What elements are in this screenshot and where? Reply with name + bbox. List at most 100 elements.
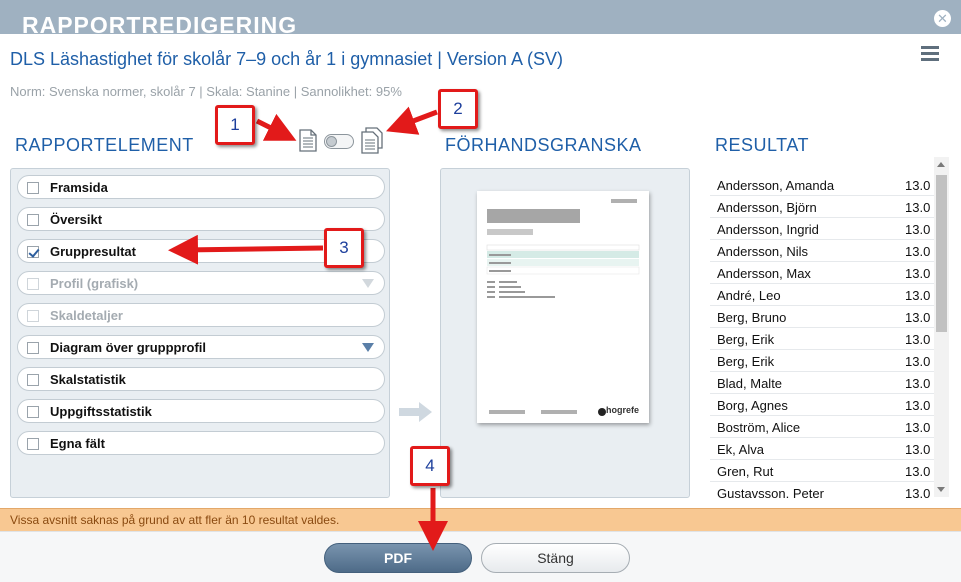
result-name: Ek, Alva — [717, 442, 764, 457]
pdf-button[interactable]: PDF — [324, 543, 472, 573]
scroll-thumb[interactable] — [936, 175, 947, 332]
report-mode-toggle[interactable] — [324, 134, 354, 149]
report-meta: Norm: Svenska normer, skolår 7 | Skala: … — [10, 84, 402, 99]
result-date: 13.0 — [905, 420, 931, 435]
chevron-down-icon[interactable] — [362, 343, 374, 352]
element-checkbox[interactable] — [27, 374, 39, 386]
element-checkbox — [27, 310, 39, 322]
report-elements-panel: Framsida Översikt Gruppresultat Profil (… — [10, 168, 390, 498]
close-icon[interactable]: ✕ — [934, 10, 951, 27]
result-name: Andersson, Amanda — [717, 178, 835, 193]
element-checkbox[interactable] — [27, 214, 39, 226]
element-label: Gruppresultat — [50, 244, 136, 259]
element-row-egna-falt[interactable]: Egna fält — [17, 431, 385, 455]
result-date: 13.0 — [905, 222, 931, 237]
element-label: Skalstatistik — [50, 372, 126, 387]
result-name: André, Leo — [717, 288, 781, 303]
element-label: Diagram över gruppprofil — [50, 340, 207, 355]
result-date: 13.0 — [905, 376, 931, 391]
menu-icon[interactable] — [921, 46, 939, 62]
result-row[interactable]: Andersson, Björn 13.0 — [710, 196, 934, 218]
result-name: Berg, Bruno — [717, 310, 787, 325]
result-name: Blad, Malte — [717, 376, 783, 391]
element-checkbox[interactable] — [27, 342, 39, 354]
result-name: Gren, Rut — [717, 464, 774, 479]
callout-1: 1 — [215, 105, 255, 145]
result-date: 13.0 — [905, 398, 931, 413]
result-name: Andersson, Björn — [717, 200, 817, 215]
results-list: Andersson, Amanda 13.0 Andersson, Björn 13… — [710, 174, 934, 498]
report-elements-heading: RAPPORTELEMENT — [15, 135, 194, 155]
result-date: 13.0 — [905, 442, 931, 457]
element-checkbox[interactable] — [27, 438, 39, 450]
scroll-up-icon[interactable] — [937, 162, 945, 167]
single-document-icon[interactable] — [299, 129, 317, 152]
result-name: Berg, Erik — [717, 354, 775, 369]
result-row[interactable]: Andersson, Max 13.0 — [710, 262, 934, 284]
element-checkbox-checked[interactable] — [27, 246, 39, 258]
report-title: DLS Läshastighet för skolår 7–9 och år 1… — [10, 49, 563, 69]
hogrefe-logo: hogrefe — [605, 405, 639, 415]
result-date: 13.0 — [905, 464, 931, 479]
element-checkbox — [27, 278, 39, 290]
preview-heading: FÖRHANDSGRANSKA — [445, 135, 642, 155]
element-row-diagram-gruppprofil[interactable]: Diagram över gruppprofil — [17, 335, 385, 359]
result-name: Boström, Alice — [717, 420, 801, 435]
element-row-framsida[interactable]: Framsida — [17, 175, 385, 199]
element-label: Översikt — [50, 212, 103, 227]
report-page-thumbnail[interactable]: hogrefe — [477, 191, 649, 423]
result-row[interactable]: Blad, Malte 13.0 — [710, 372, 934, 394]
arrow-right-icon — [399, 402, 432, 422]
warning-banner: Vissa avsnitt saknas på grund av att fle… — [0, 508, 961, 531]
result-name: Andersson, Max — [717, 266, 811, 281]
dialog-title: RAPPORTREDIGERING — [22, 12, 298, 38]
result-date: 13.0 — [905, 486, 931, 498]
result-date: 13.0 — [905, 310, 931, 325]
result-row[interactable]: Ek, Alva 13.0 — [710, 438, 934, 460]
close-button[interactable]: Stäng — [481, 543, 630, 573]
result-row[interactable]: Andersson, Ingrid 13.0 — [710, 218, 934, 240]
result-row[interactable]: Berg, Bruno 13.0 — [710, 306, 934, 328]
callout-4: 4 — [410, 446, 450, 486]
result-row[interactable]: Boström, Alice 13.0 — [710, 416, 934, 438]
element-checkbox[interactable] — [27, 182, 39, 194]
dialog-titlebar: RAPPORTREDIGERING ✕ — [0, 0, 961, 38]
result-name: Andersson, Nils — [717, 244, 809, 259]
results-heading: RESULTAT — [715, 135, 810, 155]
result-date: 13.0 — [905, 332, 931, 347]
result-row[interactable]: Gustavsson, Peter 13.0 — [710, 482, 934, 498]
toggle-knob — [326, 136, 337, 147]
result-date: 13.0 — [905, 178, 931, 193]
result-name: Borg, Agnes — [717, 398, 788, 413]
element-row-skalstatistik[interactable]: Skalstatistik — [17, 367, 385, 391]
element-row-skaldetaljer: Skaldetaljer — [17, 303, 385, 327]
element-label: Profil (grafisk) — [50, 276, 139, 291]
result-name: Gustavsson, Peter — [717, 486, 824, 498]
result-row[interactable]: Berg, Erik 13.0 — [710, 350, 934, 372]
result-row[interactable]: Andersson, Nils 13.0 — [710, 240, 934, 262]
result-row[interactable]: Borg, Agnes 13.0 — [710, 394, 934, 416]
result-date: 13.0 — [905, 266, 931, 281]
element-row-uppgiftsstatistik[interactable]: Uppgiftsstatistik — [17, 399, 385, 423]
results-scrollbar[interactable] — [934, 157, 949, 497]
result-name: Andersson, Ingrid — [717, 222, 819, 237]
chevron-down-icon — [362, 279, 374, 288]
warning-text: Vissa avsnitt saknas på grund av att fle… — [10, 513, 340, 527]
scroll-down-icon[interactable] — [937, 487, 945, 492]
result-name: Berg, Erik — [717, 332, 775, 347]
result-date: 13.0 — [905, 354, 931, 369]
callout-3: 3 — [324, 228, 364, 268]
result-row[interactable]: Gren, Rut 13.0 — [710, 460, 934, 482]
result-row[interactable]: André, Leo 13.0 — [710, 284, 934, 306]
element-label: Egna fält — [50, 436, 105, 451]
multi-document-icon[interactable] — [360, 127, 384, 154]
element-label: Skaldetaljer — [50, 308, 123, 323]
result-row[interactable]: Berg, Erik 13.0 — [710, 328, 934, 350]
element-checkbox[interactable] — [27, 406, 39, 418]
result-date: 13.0 — [905, 244, 931, 259]
result-date: 13.0 — [905, 200, 931, 215]
element-label: Framsida — [50, 180, 108, 195]
result-row[interactable]: Andersson, Amanda 13.0 — [710, 174, 934, 196]
callout-2: 2 — [438, 89, 478, 129]
thumbnail-content — [486, 199, 640, 416]
